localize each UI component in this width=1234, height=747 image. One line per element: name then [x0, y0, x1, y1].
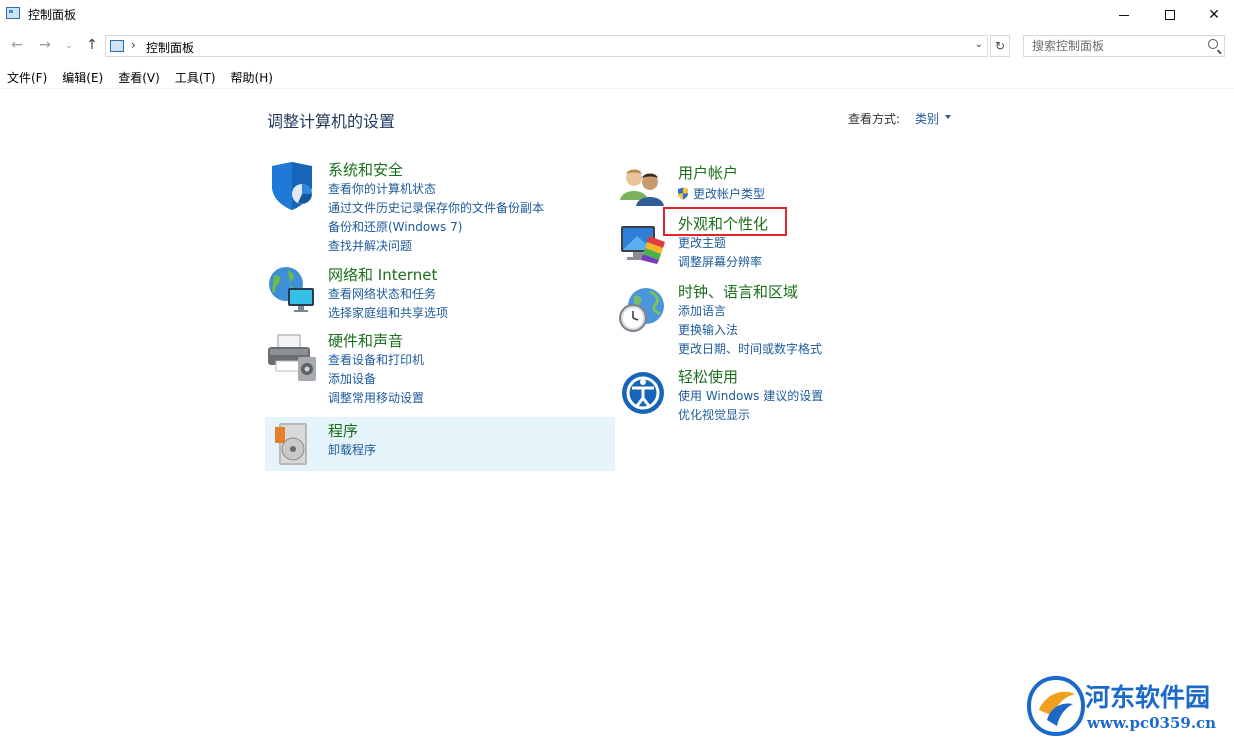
- category-appearance-personalization: 外观和个性化 更改主题 调整屏幕分辨率: [678, 214, 768, 272]
- network-status-link[interactable]: 查看网络状态和任务: [328, 285, 448, 304]
- maximize-button[interactable]: [1147, 0, 1193, 30]
- troubleshoot-link[interactable]: 查找并解决问题: [328, 237, 544, 256]
- mobility-settings-link[interactable]: 调整常用移动设置: [328, 389, 424, 408]
- uninstall-program-link[interactable]: 卸载程序: [328, 441, 376, 460]
- back-button[interactable]: ←: [8, 37, 26, 53]
- user-accounts-link[interactable]: 用户帐户: [678, 163, 738, 183]
- control-panel-icon: [110, 40, 124, 52]
- menu-help[interactable]: 帮助(H): [224, 66, 281, 88]
- category-hardware-sound: 硬件和声音 查看设备和打印机 添加设备 调整常用移动设置: [328, 331, 424, 408]
- category-network-internet: 网络和 Internet 查看网络状态和任务 选择家庭组和共享选项: [328, 265, 448, 323]
- network-internet-link[interactable]: 网络和 Internet: [328, 265, 448, 285]
- change-account-type-container: 更改帐户类型: [677, 185, 765, 204]
- search-box[interactable]: [1023, 35, 1225, 57]
- breadcrumb-control-panel[interactable]: 控制面板: [146, 39, 194, 56]
- backup-restore-link[interactable]: 备份和还原(Windows 7): [328, 218, 544, 237]
- change-account-type-link[interactable]: 更改帐户类型: [693, 187, 765, 201]
- address-bar[interactable]: › 控制面板 ⌄: [105, 35, 988, 57]
- programs-link[interactable]: 程序: [328, 421, 376, 441]
- watermark-title: 河东软件园: [1085, 683, 1211, 712]
- address-dropdown-button[interactable]: ⌄: [975, 39, 983, 50]
- maximize-icon: [1165, 10, 1175, 20]
- menu-view[interactable]: 查看(V): [111, 66, 168, 88]
- view-computer-status-link[interactable]: 查看你的计算机状态: [328, 180, 544, 199]
- change-theme-link[interactable]: 更改主题: [678, 234, 768, 253]
- appearance-personalization-icon[interactable]: [619, 222, 667, 266]
- screen-resolution-link[interactable]: 调整屏幕分辨率: [678, 253, 768, 272]
- category-system-security: 系统和安全 查看你的计算机状态 通过文件历史记录保存你的文件备份副本 备份和还原…: [328, 160, 544, 256]
- breadcrumb-separator-icon[interactable]: ›: [131, 38, 136, 52]
- category-ease-of-access: 轻松使用 使用 Windows 建议的设置 优化视觉显示: [678, 367, 823, 425]
- watermark: 河东软件园 www.pc0359.cn: [1027, 674, 1232, 740]
- add-device-link[interactable]: 添加设备: [328, 370, 424, 389]
- devices-printers-link[interactable]: 查看设备和打印机: [328, 351, 424, 370]
- ease-of-access-icon[interactable]: [620, 370, 666, 416]
- network-globe-icon[interactable]: [266, 264, 318, 314]
- caret-down-icon[interactable]: [945, 115, 951, 119]
- add-language-link[interactable]: 添加语言: [678, 302, 822, 321]
- control-panel-icon: [6, 7, 20, 19]
- refresh-button[interactable]: ↻: [990, 35, 1010, 57]
- menu-bar: 文件(F) 编辑(E) 查看(V) 工具(T) 帮助(H): [0, 66, 281, 88]
- up-button[interactable]: ↑: [83, 37, 101, 53]
- recent-locations-button[interactable]: ⌄: [60, 41, 78, 51]
- programs-icon[interactable]: [273, 421, 313, 467]
- shield-icon[interactable]: [268, 160, 316, 212]
- minimize-icon: [1119, 14, 1129, 16]
- close-button[interactable]: ✕: [1191, 0, 1234, 30]
- watermark-logo-icon: [1027, 676, 1085, 736]
- clock-language-region-link[interactable]: 时钟、语言和区域: [678, 282, 822, 302]
- user-accounts-icon[interactable]: [620, 166, 666, 208]
- category-clock-language-region: 时钟、语言和区域 添加语言 更换输入法 更改日期、时间或数字格式: [678, 282, 822, 359]
- navigation-bar: ← → ⌄ ↑ › 控制面板 ⌄ ↻: [0, 30, 1234, 62]
- watermark-url: www.pc0359.cn: [1087, 714, 1217, 732]
- programs-hover-highlight: [265, 417, 615, 471]
- menu-tools[interactable]: 工具(T): [168, 66, 224, 88]
- window-title: 控制面板: [28, 8, 77, 22]
- page-title: 调整计算机的设置: [267, 112, 396, 131]
- recommended-settings-link[interactable]: 使用 Windows 建议的设置: [678, 387, 823, 406]
- appearance-personalization-link[interactable]: 外观和个性化: [678, 214, 768, 234]
- search-icon[interactable]: [1208, 39, 1218, 49]
- search-input[interactable]: [1032, 38, 1202, 54]
- category-programs: 程序 卸载程序: [328, 421, 376, 460]
- minimize-button[interactable]: [1101, 0, 1147, 30]
- menu-file[interactable]: 文件(F): [0, 66, 55, 88]
- file-history-link[interactable]: 通过文件历史记录保存你的文件备份副本: [328, 199, 544, 218]
- divider: [0, 88, 1234, 89]
- title-bar: 控制面板 ✕: [0, 0, 1234, 30]
- category-user-accounts: 用户帐户: [678, 163, 738, 183]
- change-input-method-link[interactable]: 更换输入法: [678, 321, 822, 340]
- clock-globe-icon[interactable]: [618, 284, 666, 334]
- change-date-time-format-link[interactable]: 更改日期、时间或数字格式: [678, 340, 822, 359]
- change-account-type-row: 更改帐户类型: [677, 185, 765, 204]
- uac-shield-icon: [678, 187, 688, 200]
- view-by-dropdown[interactable]: 类别: [915, 110, 939, 127]
- view-by-label: 查看方式:: [848, 112, 901, 126]
- forward-button[interactable]: →: [36, 37, 54, 53]
- homegroup-link[interactable]: 选择家庭组和共享选项: [328, 304, 448, 323]
- printer-icon[interactable]: [266, 333, 318, 383]
- optimize-visual-display-link[interactable]: 优化视觉显示: [678, 406, 823, 425]
- system-security-link[interactable]: 系统和安全: [328, 160, 544, 180]
- menu-edit[interactable]: 编辑(E): [55, 66, 111, 88]
- close-icon: ✕: [1208, 7, 1220, 23]
- ease-of-access-link[interactable]: 轻松使用: [678, 367, 823, 387]
- hardware-sound-link[interactable]: 硬件和声音: [328, 331, 424, 351]
